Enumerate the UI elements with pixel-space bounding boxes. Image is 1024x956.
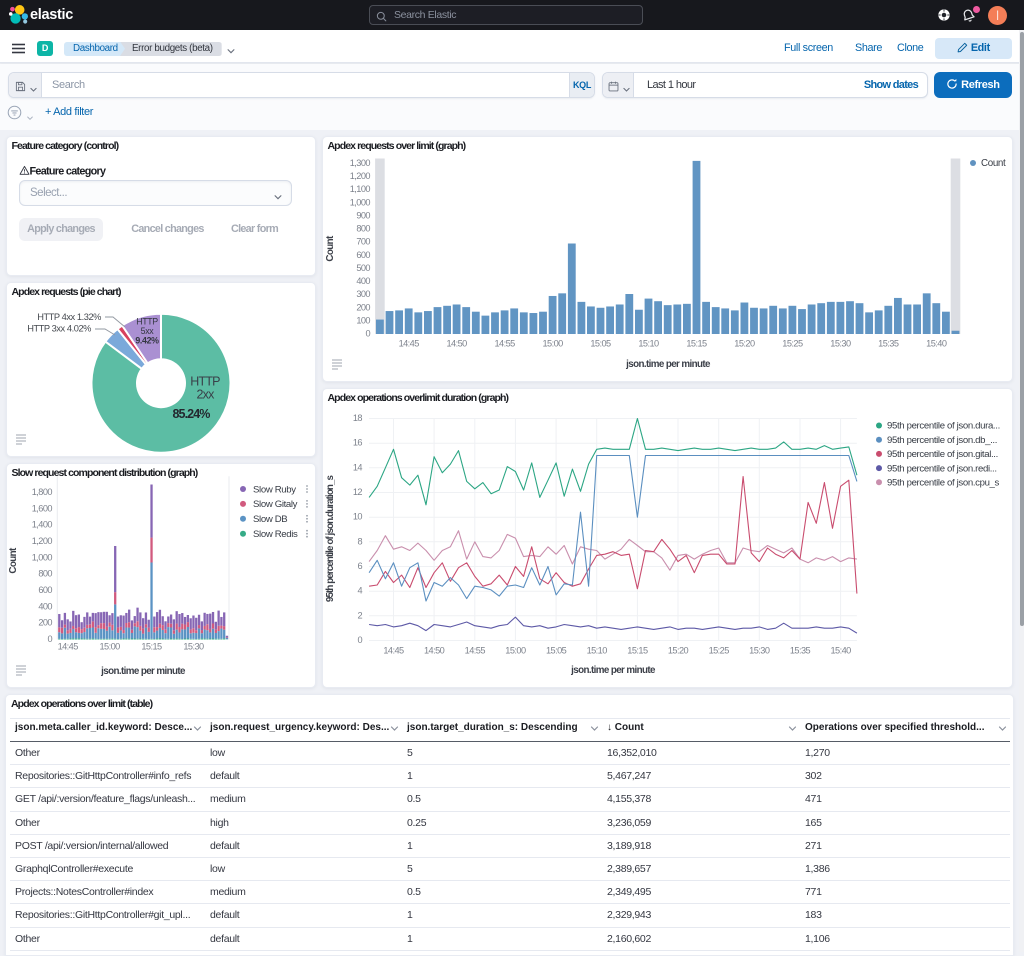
svg-text:15:30: 15:30 bbox=[183, 641, 204, 651]
svg-text:900: 900 bbox=[356, 210, 370, 220]
svg-text:15:35: 15:35 bbox=[789, 645, 810, 655]
svg-text:1,400: 1,400 bbox=[31, 519, 52, 529]
svg-text:5xx: 5xx bbox=[140, 326, 154, 336]
svg-text:300: 300 bbox=[356, 289, 370, 299]
svg-text:json.time per minute: json.time per minute bbox=[625, 359, 711, 370]
svg-text:15:15: 15:15 bbox=[141, 641, 162, 651]
svg-text:200: 200 bbox=[356, 302, 370, 312]
svg-text:14:55: 14:55 bbox=[494, 338, 515, 348]
svg-text:0: 0 bbox=[365, 328, 370, 338]
svg-text:14:55: 14:55 bbox=[464, 645, 485, 655]
svg-text:12: 12 bbox=[352, 487, 362, 497]
svg-text:15:20: 15:20 bbox=[734, 338, 755, 348]
svg-text:16: 16 bbox=[352, 437, 362, 447]
svg-text:14:45: 14:45 bbox=[57, 641, 78, 651]
svg-text:15:30: 15:30 bbox=[830, 338, 851, 348]
svg-text:9.42%: 9.42% bbox=[135, 335, 159, 345]
svg-text:1,600: 1,600 bbox=[31, 503, 52, 513]
svg-text:800: 800 bbox=[356, 223, 370, 233]
svg-text:600: 600 bbox=[38, 585, 52, 595]
svg-text:15:30: 15:30 bbox=[749, 645, 770, 655]
svg-text:15:25: 15:25 bbox=[782, 338, 803, 348]
svg-text:HTTP: HTTP bbox=[136, 316, 158, 326]
svg-text:14: 14 bbox=[352, 462, 362, 472]
svg-text:95th percentile of json.cpu_s: 95th percentile of json.cpu_s bbox=[887, 477, 1000, 488]
svg-text:14:45: 14:45 bbox=[383, 645, 404, 655]
svg-text:700: 700 bbox=[356, 236, 370, 246]
svg-text:Slow Ruby: Slow Ruby bbox=[253, 484, 296, 495]
svg-text:Count: Count bbox=[325, 235, 336, 262]
svg-text:95th percentile of json.gital.: 95th percentile of json.gital... bbox=[887, 449, 998, 460]
svg-text:json.time per minute: json.time per minute bbox=[100, 666, 186, 677]
svg-text:14:45: 14:45 bbox=[398, 338, 419, 348]
svg-text:1,000: 1,000 bbox=[31, 552, 52, 562]
svg-text:85.24%: 85.24% bbox=[172, 407, 210, 421]
svg-text:14:50: 14:50 bbox=[423, 645, 444, 655]
svg-text:15:05: 15:05 bbox=[545, 645, 566, 655]
svg-text:800: 800 bbox=[38, 568, 52, 578]
svg-text:15:25: 15:25 bbox=[708, 645, 729, 655]
svg-text:1,000: 1,000 bbox=[349, 197, 370, 207]
svg-text:15:40: 15:40 bbox=[830, 645, 851, 655]
svg-text:Slow DB: Slow DB bbox=[253, 514, 287, 525]
svg-text:15:10: 15:10 bbox=[638, 338, 659, 348]
svg-text:400: 400 bbox=[356, 276, 370, 286]
svg-text:15:00: 15:00 bbox=[505, 645, 526, 655]
svg-text:15:20: 15:20 bbox=[667, 645, 688, 655]
svg-text:15:15: 15:15 bbox=[627, 645, 648, 655]
svg-text:15:15: 15:15 bbox=[686, 338, 707, 348]
svg-text:2xx: 2xx bbox=[196, 387, 215, 401]
svg-text:HTTP 4xx 1.32%: HTTP 4xx 1.32% bbox=[37, 311, 101, 321]
svg-text:1,300: 1,300 bbox=[349, 158, 370, 168]
svg-text:15:40: 15:40 bbox=[926, 338, 947, 348]
svg-text:95th percentile of json.dura..: 95th percentile of json.dura... bbox=[887, 420, 1000, 431]
svg-text:1,200: 1,200 bbox=[31, 536, 52, 546]
svg-text:200: 200 bbox=[38, 617, 52, 627]
svg-text:4: 4 bbox=[357, 585, 362, 595]
svg-text:14:50: 14:50 bbox=[446, 338, 467, 348]
svg-text:15:35: 15:35 bbox=[878, 338, 899, 348]
svg-text:0: 0 bbox=[47, 634, 52, 644]
svg-text:400: 400 bbox=[38, 601, 52, 611]
svg-text:95th percentile of json.redi..: 95th percentile of json.redi... bbox=[887, 463, 997, 474]
svg-text:Count: Count bbox=[8, 547, 19, 574]
svg-text:1,100: 1,100 bbox=[349, 184, 370, 194]
svg-text:0: 0 bbox=[357, 635, 362, 645]
svg-text:1,200: 1,200 bbox=[349, 171, 370, 181]
svg-text:15:10: 15:10 bbox=[586, 645, 607, 655]
svg-text:2: 2 bbox=[357, 610, 362, 620]
svg-text:Slow Gitaly: Slow Gitaly bbox=[253, 499, 298, 510]
svg-text:8: 8 bbox=[357, 536, 362, 546]
svg-text:HTTP 3xx 4.02%: HTTP 3xx 4.02% bbox=[27, 323, 91, 333]
svg-text:Slow Redis: Slow Redis bbox=[253, 529, 298, 540]
svg-text:Count: Count bbox=[981, 158, 1006, 169]
svg-text:15:05: 15:05 bbox=[590, 338, 611, 348]
svg-text:6: 6 bbox=[357, 561, 362, 571]
svg-text:15:00: 15:00 bbox=[542, 338, 563, 348]
svg-text:1,800: 1,800 bbox=[31, 487, 52, 497]
svg-text:18: 18 bbox=[352, 413, 362, 423]
svg-text:500: 500 bbox=[356, 262, 370, 272]
svg-text:HTTP: HTTP bbox=[190, 374, 220, 388]
svg-text:95th percentile of json.db_...: 95th percentile of json.db_... bbox=[887, 434, 997, 445]
svg-text:600: 600 bbox=[356, 249, 370, 259]
svg-text:json.time per minute: json.time per minute bbox=[570, 665, 656, 676]
svg-text:15:00: 15:00 bbox=[99, 641, 120, 651]
svg-text:95th percentile of json.durati: 95th percentile of json.duration_s bbox=[325, 474, 336, 602]
svg-text:10: 10 bbox=[352, 511, 362, 521]
svg-text:100: 100 bbox=[356, 315, 370, 325]
